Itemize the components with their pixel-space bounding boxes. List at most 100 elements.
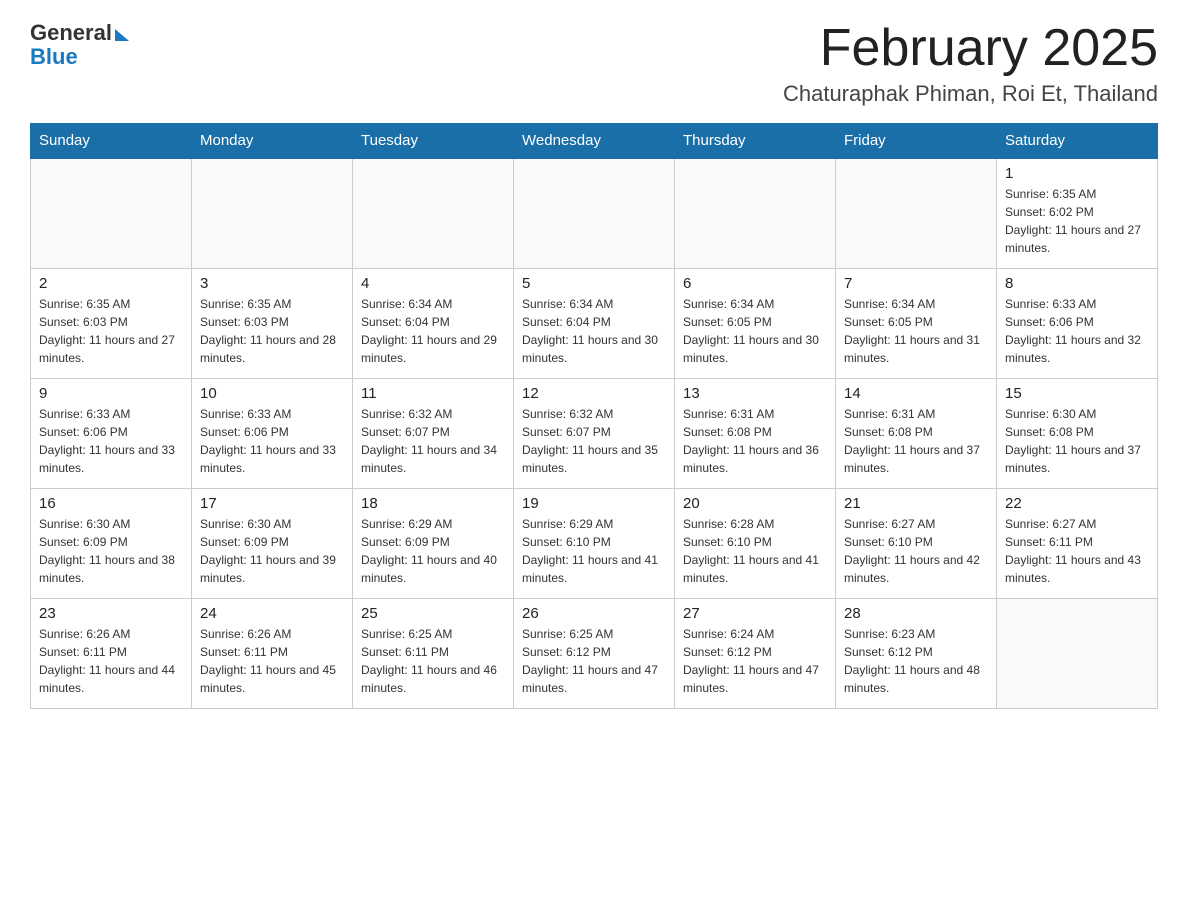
day-cell: 5Sunrise: 6:34 AM Sunset: 6:04 PM Daylig… [514, 268, 675, 378]
day-cell: 21 Sunrise: 6:27 AM Sunset: 6:10 PM Dayli… [836, 488, 997, 598]
day-info: Sunrise: 6:33 AM Sunset: 6:06 PM Dayligh… [39, 405, 183, 477]
day-cell: 23 Sunrise: 6:26 AM Sunset: 6:11 PM Dayli… [31, 598, 192, 708]
day-cell: 11 Sunrise: 6:32 AM Sunset: 6:07 PM Dayli… [353, 378, 514, 488]
day-info: Sunrise: 6:29 AM Sunset: 6:09 PM Dayligh… [361, 515, 505, 587]
page-header: General Blue February 2025 Chaturaphak P… [30, 20, 1158, 107]
day-cell: 20Sunrise: 6:28 AM Sunset: 6:10 PM Dayli… [675, 488, 836, 598]
day-number: 8 [1005, 275, 1149, 292]
day-info: Sunrise: 6:34 AM Sunset: 6:04 PM Dayligh… [361, 295, 505, 367]
day-info: Sunrise: 6:33 AM Sunset: 6:06 PM Dayligh… [200, 405, 344, 477]
day-info: Sunrise: 6:29 AM Sunset: 6:10 PM Dayligh… [522, 515, 666, 587]
day-number: 10 [200, 385, 344, 402]
day-number: 4 [361, 275, 505, 292]
day-number: 2 [39, 275, 183, 292]
week-row-0: 1Sunrise: 6:35 AM Sunset: 6:02 PM Daylig… [31, 158, 1158, 268]
day-number: 24 [200, 605, 344, 622]
day-cell: 8 Sunrise: 6:33 AM Sunset: 6:06 PM Daylig… [997, 268, 1158, 378]
day-number: 7 [844, 275, 988, 292]
day-info: Sunrise: 6:34 AM Sunset: 6:05 PM Dayligh… [683, 295, 827, 367]
day-number: 5 [522, 275, 666, 292]
day-info: Sunrise: 6:32 AM Sunset: 6:07 PM Dayligh… [522, 405, 666, 477]
day-cell [192, 158, 353, 268]
day-info: Sunrise: 6:31 AM Sunset: 6:08 PM Dayligh… [683, 405, 827, 477]
day-number: 20 [683, 495, 827, 512]
day-cell: 3Sunrise: 6:35 AM Sunset: 6:03 PM Daylig… [192, 268, 353, 378]
logo-general-text: General [30, 20, 112, 46]
month-title: February 2025 [783, 20, 1158, 77]
day-info: Sunrise: 6:32 AM Sunset: 6:07 PM Dayligh… [361, 405, 505, 477]
day-info: Sunrise: 6:30 AM Sunset: 6:09 PM Dayligh… [200, 515, 344, 587]
day-number: 23 [39, 605, 183, 622]
day-cell: 9Sunrise: 6:33 AM Sunset: 6:06 PM Daylig… [31, 378, 192, 488]
logo-arrow-icon [115, 29, 129, 41]
header-day-sunday: Sunday [31, 124, 192, 159]
day-info: Sunrise: 6:31 AM Sunset: 6:08 PM Dayligh… [844, 405, 988, 477]
calendar-header: SundayMondayTuesdayWednesdayThursdayFrid… [31, 124, 1158, 159]
day-number: 18 [361, 495, 505, 512]
day-info: Sunrise: 6:33 AM Sunset: 6:06 PM Dayligh… [1005, 295, 1149, 367]
day-info: Sunrise: 6:26 AM Sunset: 6:11 PM Dayligh… [200, 625, 344, 697]
day-cell: 16Sunrise: 6:30 AM Sunset: 6:09 PM Dayli… [31, 488, 192, 598]
day-cell: 28 Sunrise: 6:23 AM Sunset: 6:12 PM Dayli… [836, 598, 997, 708]
day-cell: 7 Sunrise: 6:34 AM Sunset: 6:05 PM Daylig… [836, 268, 997, 378]
week-row-2: 9Sunrise: 6:33 AM Sunset: 6:06 PM Daylig… [31, 378, 1158, 488]
day-cell: 26 Sunrise: 6:25 AM Sunset: 6:12 PM Dayli… [514, 598, 675, 708]
day-cell [836, 158, 997, 268]
day-info: Sunrise: 6:27 AM Sunset: 6:10 PM Dayligh… [844, 515, 988, 587]
day-number: 11 [361, 385, 505, 402]
day-number: 25 [361, 605, 505, 622]
day-info: Sunrise: 6:24 AM Sunset: 6:12 PM Dayligh… [683, 625, 827, 697]
day-number: 17 [200, 495, 344, 512]
day-info: Sunrise: 6:30 AM Sunset: 6:09 PM Dayligh… [39, 515, 183, 587]
day-number: 19 [522, 495, 666, 512]
day-cell: 4 Sunrise: 6:34 AM Sunset: 6:04 PM Daylig… [353, 268, 514, 378]
day-cell: 25 Sunrise: 6:25 AM Sunset: 6:11 PM Dayli… [353, 598, 514, 708]
day-number: 22 [1005, 495, 1149, 512]
day-cell [353, 158, 514, 268]
day-number: 6 [683, 275, 827, 292]
day-cell: 13 Sunrise: 6:31 AM Sunset: 6:08 PM Dayli… [675, 378, 836, 488]
day-info: Sunrise: 6:34 AM Sunset: 6:05 PM Dayligh… [844, 295, 988, 367]
calendar-table: SundayMondayTuesdayWednesdayThursdayFrid… [30, 123, 1158, 709]
day-cell: 22 Sunrise: 6:27 AM Sunset: 6:11 PM Dayli… [997, 488, 1158, 598]
header-day-tuesday: Tuesday [353, 124, 514, 159]
calendar-body: 1Sunrise: 6:35 AM Sunset: 6:02 PM Daylig… [31, 158, 1158, 708]
day-cell: 27 Sunrise: 6:24 AM Sunset: 6:12 PM Dayli… [675, 598, 836, 708]
day-number: 15 [1005, 385, 1149, 402]
header-day-saturday: Saturday [997, 124, 1158, 159]
day-cell: 6 Sunrise: 6:34 AM Sunset: 6:05 PM Daylig… [675, 268, 836, 378]
day-number: 28 [844, 605, 988, 622]
day-info: Sunrise: 6:23 AM Sunset: 6:12 PM Dayligh… [844, 625, 988, 697]
day-number: 13 [683, 385, 827, 402]
header-day-thursday: Thursday [675, 124, 836, 159]
day-info: Sunrise: 6:35 AM Sunset: 6:03 PM Dayligh… [200, 295, 344, 367]
day-cell [31, 158, 192, 268]
day-cell [997, 598, 1158, 708]
day-cell: 2 Sunrise: 6:35 AM Sunset: 6:03 PM Daylig… [31, 268, 192, 378]
day-number: 12 [522, 385, 666, 402]
header-day-wednesday: Wednesday [514, 124, 675, 159]
day-cell: 19 Sunrise: 6:29 AM Sunset: 6:10 PM Dayli… [514, 488, 675, 598]
day-info: Sunrise: 6:25 AM Sunset: 6:11 PM Dayligh… [361, 625, 505, 697]
day-cell: 24 Sunrise: 6:26 AM Sunset: 6:11 PM Dayli… [192, 598, 353, 708]
day-info: Sunrise: 6:30 AM Sunset: 6:08 PM Dayligh… [1005, 405, 1149, 477]
day-info: Sunrise: 6:27 AM Sunset: 6:11 PM Dayligh… [1005, 515, 1149, 587]
day-number: 21 [844, 495, 988, 512]
header-day-monday: Monday [192, 124, 353, 159]
day-cell: 14 Sunrise: 6:31 AM Sunset: 6:08 PM Dayli… [836, 378, 997, 488]
day-number: 26 [522, 605, 666, 622]
day-info: Sunrise: 6:35 AM Sunset: 6:03 PM Dayligh… [39, 295, 183, 367]
header-day-friday: Friday [836, 124, 997, 159]
day-cell: 10 Sunrise: 6:33 AM Sunset: 6:06 PM Dayli… [192, 378, 353, 488]
day-number: 27 [683, 605, 827, 622]
day-info: Sunrise: 6:25 AM Sunset: 6:12 PM Dayligh… [522, 625, 666, 697]
day-number: 14 [844, 385, 988, 402]
day-cell: 12 Sunrise: 6:32 AM Sunset: 6:07 PM Dayli… [514, 378, 675, 488]
day-cell [675, 158, 836, 268]
header-row: SundayMondayTuesdayWednesdayThursdayFrid… [31, 124, 1158, 159]
logo-blue-text: Blue [30, 44, 78, 70]
logo: General Blue [30, 20, 129, 70]
week-row-4: 23 Sunrise: 6:26 AM Sunset: 6:11 PM Dayli… [31, 598, 1158, 708]
day-info: Sunrise: 6:26 AM Sunset: 6:11 PM Dayligh… [39, 625, 183, 697]
day-cell: 15 Sunrise: 6:30 AM Sunset: 6:08 PM Dayli… [997, 378, 1158, 488]
